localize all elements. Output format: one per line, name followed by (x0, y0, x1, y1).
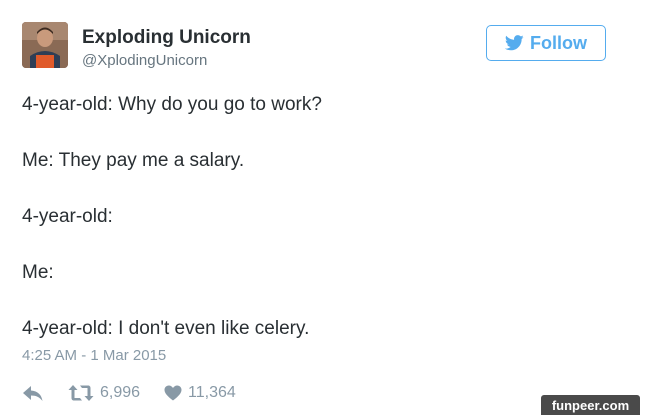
retweet-button[interactable]: 6,996 (68, 384, 140, 402)
follow-button-label: Follow (530, 32, 587, 53)
tweet-card: Exploding Unicorn @XplodingUnicorn Follo… (0, 0, 660, 415)
display-name[interactable]: Exploding Unicorn (82, 27, 251, 49)
like-count: 11,364 (188, 384, 236, 401)
heart-icon (164, 385, 182, 401)
reply-button[interactable] (22, 384, 44, 402)
twitter-bird-icon (505, 35, 524, 51)
tweet-line-3: 4-year-old: (22, 206, 113, 227)
user-handle[interactable]: @XplodingUnicorn (82, 52, 207, 69)
like-button[interactable]: 11,364 (164, 384, 236, 402)
tweet-line-1: 4-year-old: Why do you go to work? (22, 94, 322, 115)
tweet-timestamp[interactable]: 4:25 AM - 1 Mar 2015 (22, 347, 166, 364)
reply-icon (23, 386, 43, 401)
watermark: funpeer.com (541, 395, 640, 415)
tweet-line-4: Me: (22, 262, 54, 283)
avatar[interactable] (22, 22, 68, 68)
tweet-line-2: Me: They pay me a salary. (22, 150, 245, 171)
follow-button[interactable]: Follow (486, 25, 606, 61)
tweet-line-5: 4-year-old: I don't even like celery. (22, 318, 310, 339)
retweet-icon (68, 385, 94, 401)
avatar-image (22, 22, 68, 68)
tweet-actions: 6,996 11,364 (22, 381, 236, 405)
retweet-count: 6,996 (100, 384, 141, 401)
